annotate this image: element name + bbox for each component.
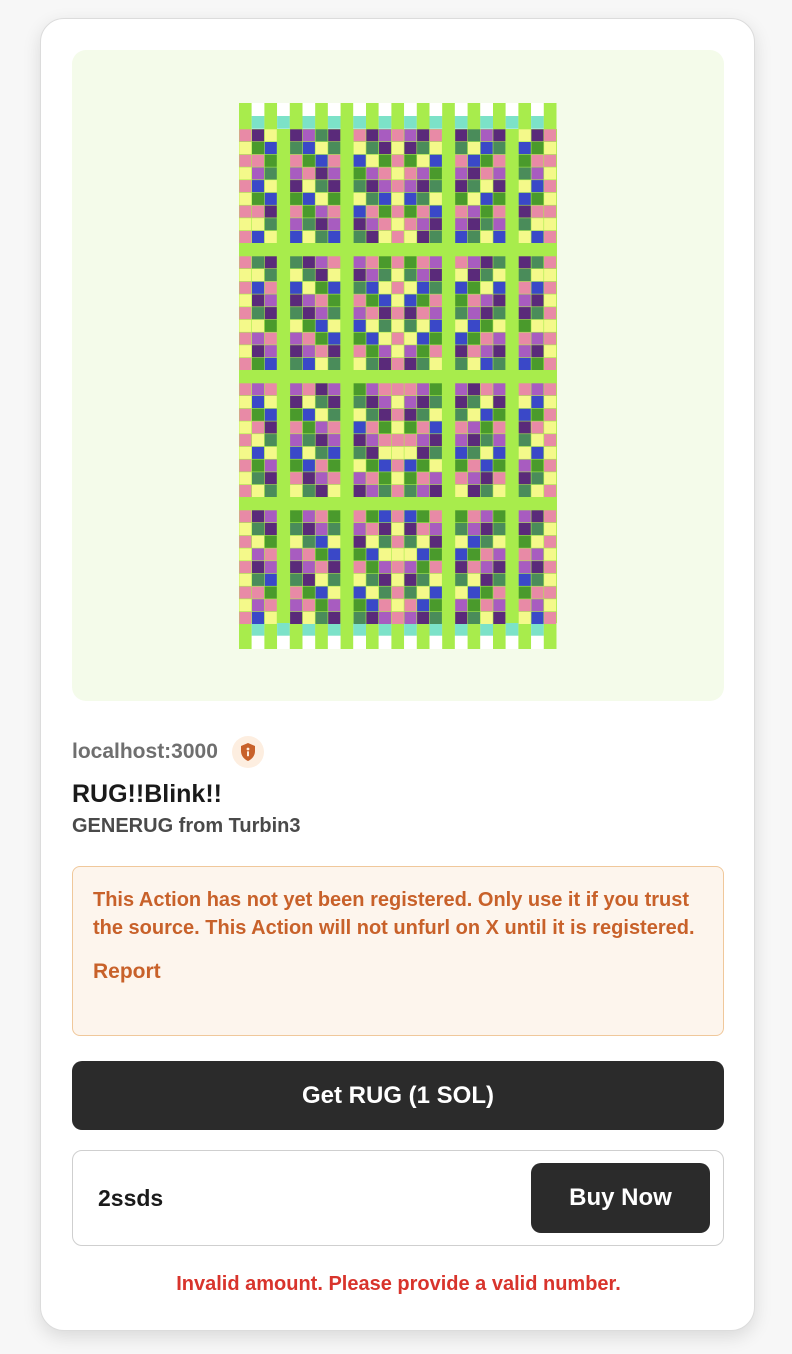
amount-form: Buy Now — [72, 1150, 724, 1246]
amount-input[interactable] — [98, 1175, 518, 1221]
source-url: localhost:3000 — [72, 740, 218, 763]
action-title: RUG!!Blink!! — [72, 780, 222, 808]
action-card: localhost:3000 RUG!!Blink!! GENERUG from… — [40, 18, 755, 1331]
shield-info-icon-glyph — [240, 743, 255, 761]
action-description: GENERUG from Turbin3 — [72, 815, 301, 837]
error-message: Invalid amount. Please provide a valid n… — [176, 1273, 621, 1295]
warning-text: This Action has not yet been registered.… — [93, 889, 695, 939]
source-row: localhost:3000 — [72, 735, 264, 769]
unregistered-warning: This Action has not yet been registered.… — [72, 866, 724, 1036]
action-image-panel — [72, 50, 724, 701]
get-rug-button[interactable]: Get RUG (1 SOL) — [72, 1061, 724, 1130]
rug-image — [239, 103, 557, 649]
report-link[interactable]: Report — [93, 960, 161, 984]
shield-info-icon[interactable] — [231, 736, 264, 768]
buy-now-button[interactable]: Buy Now — [531, 1163, 710, 1233]
